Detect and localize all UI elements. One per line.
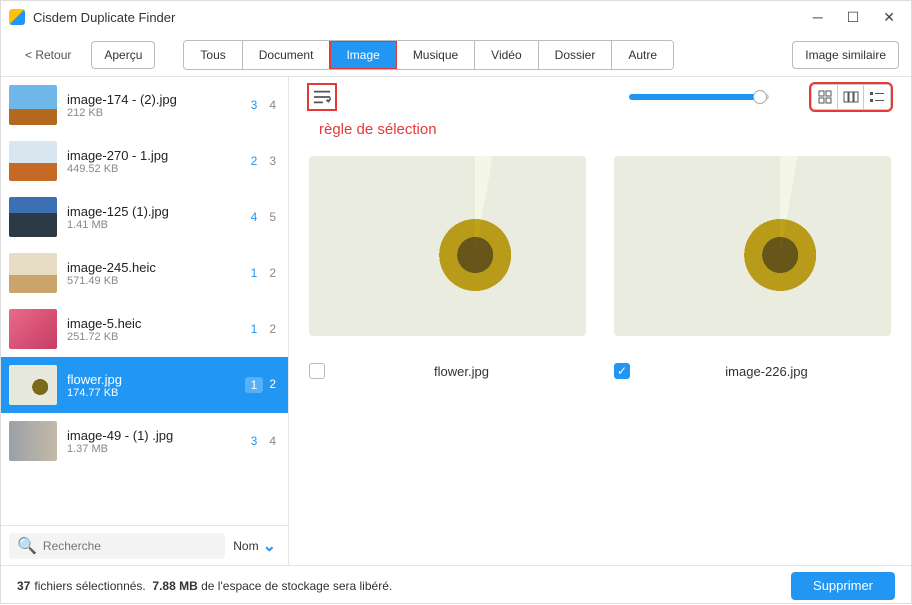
view-mode-group [811,84,891,110]
list-item[interactable]: image-245.heic 571.49 KB 1 2 [1,245,288,301]
selected-count: 37 [17,579,30,593]
preview-button[interactable]: Aperçu [91,41,155,69]
toolbar: < Retour Aperçu TousDocumentImageMusique… [1,33,911,77]
sort-dropdown[interactable]: Nom ⌄ [233,536,280,556]
thumbnail-icon [9,365,57,405]
file-name: image-125 (1).jpg [67,204,241,219]
total-badge: 2 [269,377,276,393]
tab-musique[interactable]: Musique [397,41,475,69]
back-button[interactable]: < Retour [13,41,83,69]
similar-image-button[interactable]: Image similaire [792,41,899,69]
status-text-1: fichiers sélectionnés. [34,579,145,593]
column-view-icon[interactable] [838,85,864,109]
total-badge: 4 [269,434,276,448]
list-item[interactable]: image-49 - (1) .jpg 1.37 MB 3 4 [1,413,288,469]
file-size: 1.41 MB [67,219,241,231]
file-size: 571.49 KB [67,275,241,287]
file-name: image-245.heic [67,260,241,275]
preview-card: ✓ image-226.jpg [614,156,891,557]
thumbnail-icon [9,85,57,125]
searchbar: 🔍 Nom ⌄ [1,525,288,565]
total-badge: 2 [269,266,276,280]
total-badge: 2 [269,322,276,336]
tab-document[interactable]: Document [243,41,331,69]
selected-badge: 3 [251,434,258,448]
thumbnail-icon [9,309,57,349]
zoom-slider[interactable] [629,94,769,100]
search-input[interactable] [43,539,217,553]
close-icon[interactable]: ✕ [883,9,895,26]
tab-vidéo[interactable]: Vidéo [475,41,538,69]
selected-badge: 1 [245,377,264,393]
tab-autre[interactable]: Autre [612,41,673,69]
list-item[interactable]: flower.jpg 174.77 KB 1 2 [1,357,288,413]
preview-filename: flower.jpg [337,364,586,379]
tab-dossier[interactable]: Dossier [539,41,613,69]
total-badge: 5 [269,210,276,224]
preview-image[interactable] [614,156,891,336]
file-name: image-49 - (1) .jpg [67,428,241,443]
file-size: 212 KB [67,107,241,119]
content-pane: règle de sélection flower.jpg ✓ image-22… [289,77,911,565]
preview-card: flower.jpg [309,156,586,557]
tab-image[interactable]: Image [330,41,396,69]
selected-badge: 4 [251,210,258,224]
file-name: image-5.heic [67,316,241,331]
preview-filename: image-226.jpg [642,364,891,379]
file-size: 1.37 MB [67,443,241,455]
window-title: Cisdem Duplicate Finder [33,10,175,25]
preview-area: flower.jpg ✓ image-226.jpg [289,148,911,565]
thumbnail-icon [9,141,57,181]
app-logo-icon [9,9,25,25]
total-badge: 3 [269,154,276,168]
file-size: 251.72 KB [67,331,241,343]
list-item[interactable]: image-125 (1).jpg 1.41 MB 4 5 [1,189,288,245]
thumbnail-icon [9,197,57,237]
file-name: flower.jpg [67,372,235,387]
list-item[interactable]: image-270 - 1.jpg 449.52 KB 2 3 [1,133,288,189]
sidebar: image-174 - (2).jpg 212 KB 3 4 image-270… [1,77,289,565]
file-name: image-174 - (2).jpg [67,92,241,107]
thumbnail-icon [9,253,57,293]
statusbar: 37 fichiers sélectionnés. 7.88 MB de l'e… [1,565,911,605]
selection-rule-button[interactable] [309,85,335,109]
list-view-icon[interactable] [864,85,890,109]
selected-badge: 1 [251,322,258,336]
search-icon: 🔍 [17,536,37,556]
file-size: 449.52 KB [67,163,241,175]
selected-badge: 2 [251,154,258,168]
delete-button[interactable]: Supprimer [791,572,895,600]
search-box[interactable]: 🔍 [9,533,225,559]
list-item[interactable]: image-5.heic 251.72 KB 1 2 [1,301,288,357]
maximize-icon[interactable]: ☐ [847,9,860,26]
tab-tous[interactable]: Tous [184,41,242,69]
preview-image[interactable] [309,156,586,336]
status-text-2: de l'espace de stockage sera libéré. [201,579,392,593]
total-badge: 4 [269,98,276,112]
grid-view-icon[interactable] [812,85,838,109]
file-size: 174.77 KB [67,387,235,399]
duplicate-list[interactable]: image-174 - (2).jpg 212 KB 3 4 image-270… [1,77,288,525]
rule-label: règle de sélection [289,117,911,148]
thumbnail-icon [9,421,57,461]
chevron-down-icon: ⌄ [263,536,276,556]
titlebar: Cisdem Duplicate Finder ─ ☐ ✕ [1,1,911,33]
list-item[interactable]: image-174 - (2).jpg 212 KB 3 4 [1,77,288,133]
select-checkbox[interactable] [309,363,325,379]
freed-size: 7.88 MB [152,579,197,593]
sort-label: Nom [233,539,258,553]
category-tabs: TousDocumentImageMusiqueVidéoDossierAutr… [183,40,674,70]
select-checkbox[interactable]: ✓ [614,363,630,379]
selected-badge: 1 [251,266,258,280]
minimize-icon[interactable]: ─ [813,9,823,26]
selected-badge: 3 [251,98,258,112]
file-name: image-270 - 1.jpg [67,148,241,163]
